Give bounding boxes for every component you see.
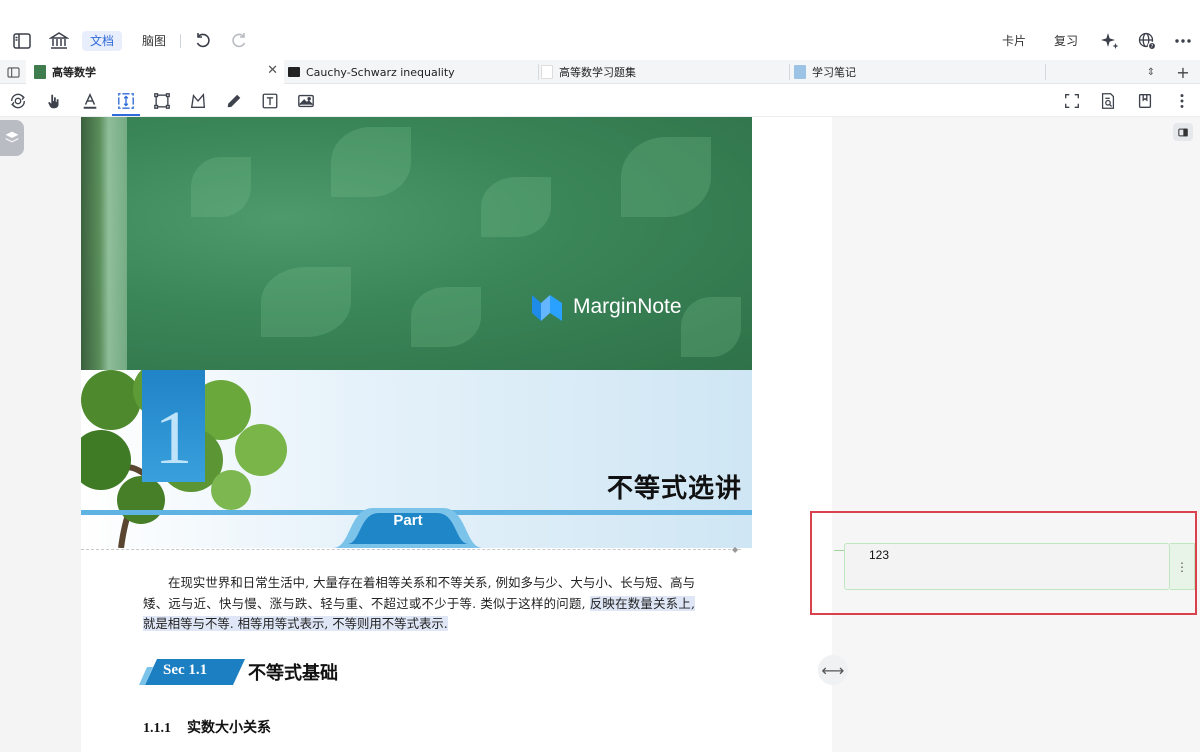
bookmark-icon[interactable] [1134,90,1156,112]
gesture-icon[interactable] [7,90,29,112]
tab-study-notes[interactable]: 学习笔记 [790,60,1045,84]
review-button[interactable]: 复习 [1054,32,1078,49]
tab-label: 高等数学 [52,66,96,79]
intro-paragraph[interactable]: 在现实世界和日常生活中, 大量存在着相等关系和不等关系, 例如多与少、大与小、长… [143,573,695,635]
part-label: Part [393,512,423,529]
cover-image [81,117,752,370]
cards-button[interactable]: 卡片 [1002,32,1026,49]
subsection-number: 1.1.1 [143,721,171,736]
svg-text:?: ? [1151,44,1154,50]
tab-label: Cauchy-Schwarz inequality [306,65,455,79]
redo-icon[interactable] [228,30,250,52]
tab-cauchy-schwarz[interactable]: Cauchy-Schwarz inequality [284,60,538,84]
hand-icon[interactable] [43,90,65,112]
search-document-icon[interactable] [1097,90,1119,112]
brand-name: MarginNote [573,295,682,318]
sidebar-toggle-icon[interactable] [11,30,33,52]
terminal-icon [288,67,300,77]
tab-separator [1045,64,1046,80]
tab-label: 学习笔记 [812,66,856,79]
subsection-heading: 1.1.1 实数大小关系 [143,717,271,737]
resize-handle-icon[interactable]: ◆ [732,545,740,554]
page-break-line [81,549,741,550]
tab-strip: 高等数学 ✕ Cauchy-Schwarz inequality 高等数学习题集… [0,60,1200,84]
chapter-banner: 1 不等式选讲 Part [81,370,752,548]
section-number: Sec 1.1 [163,662,208,678]
notebook-blue-icon [794,65,806,79]
document-menu-icon[interactable] [1171,90,1193,112]
tab-higher-math[interactable]: 高等数学 ✕ [26,60,284,84]
text-highlight-icon[interactable] [79,90,101,112]
document-margin [752,117,832,752]
document-icon [541,65,553,79]
select-icon[interactable] [115,90,137,112]
book-green-icon [34,65,46,79]
split-resize-icon[interactable]: ⟷ [818,655,848,685]
annotation-highlight-frame [810,511,1197,615]
chapter-title: 不等式选讲 [606,474,742,504]
document-page[interactable]: MarginNote 1 不等式选讲 Part ◆ 在现实世界和日常生活中, 大… [81,117,752,752]
panel-toggle-icon[interactable] [1173,123,1193,141]
lasso-icon[interactable] [187,90,209,112]
left-gutter [0,117,81,752]
tab-sort-icon[interactable]: ⇕ [1142,60,1160,84]
ai-sparkle-icon[interactable] [1099,30,1121,52]
library-icon[interactable] [48,30,70,52]
section-heading: Sec 1.1 不等式基础 [139,659,338,685]
chapter-number: 1 [154,396,193,480]
active-tool-indicator [112,114,140,116]
more-options-icon[interactable] [1172,30,1194,52]
toolbar-divider [180,34,181,48]
marginnote-logo: MarginNote [529,289,682,325]
mode-mindmap-button[interactable]: 脑图 [134,31,174,51]
section-title: 不等式基础 [248,663,338,684]
tab-exercises[interactable]: 高等数学习题集 [539,60,789,84]
annotation-toolbar [0,84,1200,117]
undo-icon[interactable] [192,30,214,52]
image-icon[interactable] [295,90,317,112]
split-view-icon[interactable] [0,60,26,84]
marginnote-logo-icon [532,295,562,321]
pen-icon[interactable] [223,90,245,112]
section-badge: Sec 1.1 [139,659,245,685]
chapter-number-block: 1 [142,370,205,482]
rectangle-icon[interactable] [151,90,173,112]
mindmap-pane[interactable] [832,117,1200,752]
new-tab-icon[interactable]: + [1174,60,1192,84]
close-tab-icon[interactable]: ✕ [267,63,278,78]
tab-label: 高等数学习题集 [559,66,636,79]
fullscreen-icon[interactable] [1061,90,1083,112]
web-help-icon[interactable]: ? [1136,30,1158,52]
layers-icon[interactable] [0,120,24,156]
mode-document-button[interactable]: 文档 [82,31,123,51]
textbox-icon[interactable] [259,90,281,112]
top-toolbar: 文档 脑图 卡片 复习 ? [0,0,1200,60]
subsection-title: 实数大小关系 [187,720,271,736]
